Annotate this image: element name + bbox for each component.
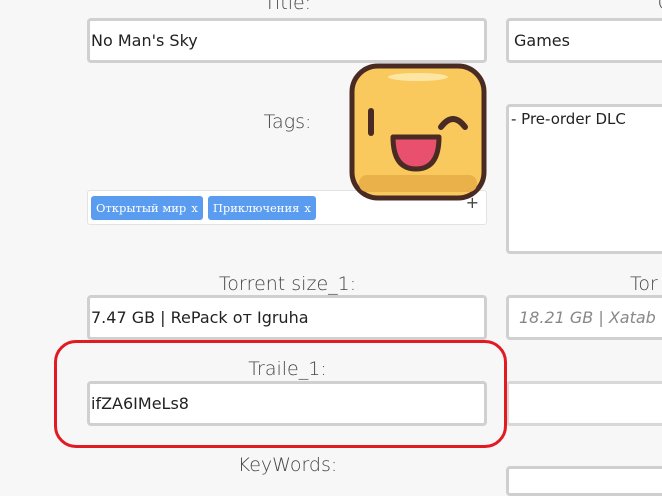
torrent-size-label: Torrent size_1: — [218, 273, 357, 295]
tag-chip[interactable]: Открытый мир x — [91, 195, 203, 220]
category-input[interactable]: Games — [506, 18, 662, 63]
dlc-textarea[interactable]: - Pre-order DLC — [506, 104, 662, 254]
trailer-input-2[interactable] — [506, 381, 662, 426]
torrent-size-label-2: Tor — [630, 273, 658, 295]
keywords-label: KeyWords: — [237, 454, 338, 476]
tag-label: Открытый мир — [96, 200, 187, 215]
tags-label: Tags: — [263, 111, 312, 133]
tag-remove-icon[interactable]: x — [304, 201, 311, 215]
torrent-size-input-2[interactable]: 18.21 GB | Xatab — [506, 295, 662, 340]
tag-chip[interactable]: Приключения x — [207, 195, 316, 220]
title-input[interactable]: No Man's Sky — [87, 18, 487, 63]
tag-remove-icon[interactable]: x — [191, 201, 198, 215]
title-label: Title: — [263, 0, 312, 14]
highlight-box — [54, 340, 507, 448]
torrent-size-input[interactable]: 7.47 GB | RePack от Igruha — [87, 295, 487, 340]
tag-label: Приключения — [212, 200, 300, 215]
category-label-fragment: G — [655, 0, 662, 14]
keywords-input[interactable] — [506, 466, 662, 496]
winking-face-icon — [349, 63, 487, 201]
